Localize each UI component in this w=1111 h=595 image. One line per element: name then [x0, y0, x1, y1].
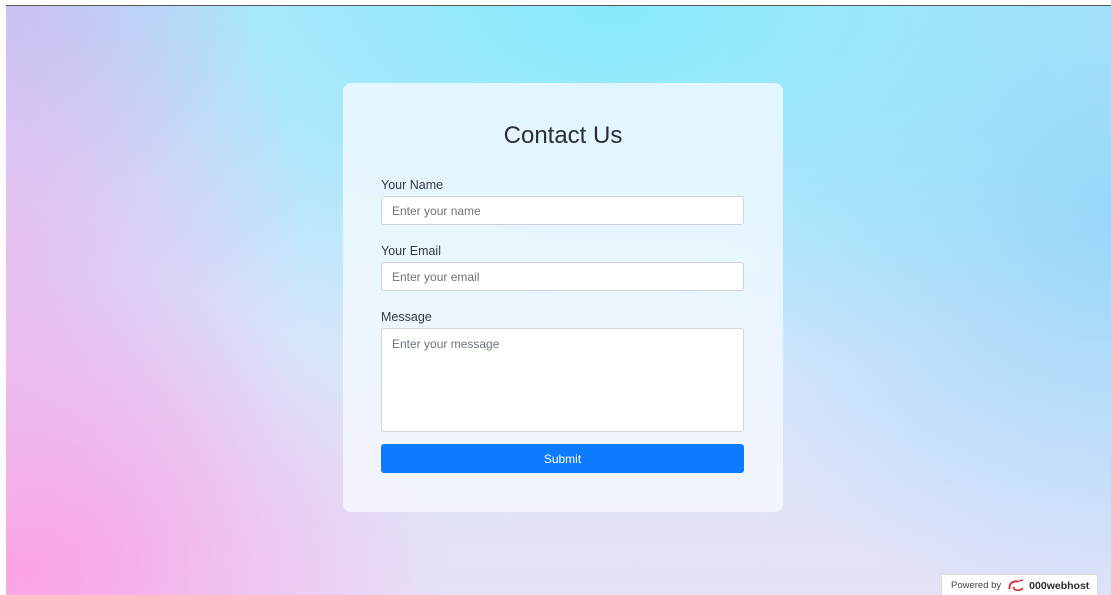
name-label: Your Name	[381, 178, 444, 192]
page-background: Contact Us Your Name Your Email Message …	[6, 6, 1111, 595]
powered-by-text: Powered by	[951, 580, 1002, 591]
submit-button[interactable]: Submit	[381, 444, 744, 473]
000webhost-logo-icon	[1008, 579, 1024, 591]
email-label: Your Email	[381, 244, 441, 258]
host-name: 000webhost	[1029, 579, 1090, 592]
form-title: Contact Us	[503, 122, 623, 149]
contact-form-card: Contact Us Your Name Your Email Message …	[343, 83, 783, 512]
message-textarea[interactable]	[381, 328, 744, 432]
email-input[interactable]	[381, 262, 744, 291]
name-input[interactable]	[381, 196, 744, 225]
message-label: Message	[381, 310, 432, 324]
powered-by-badge[interactable]: Powered by 000webhost	[941, 574, 1098, 595]
